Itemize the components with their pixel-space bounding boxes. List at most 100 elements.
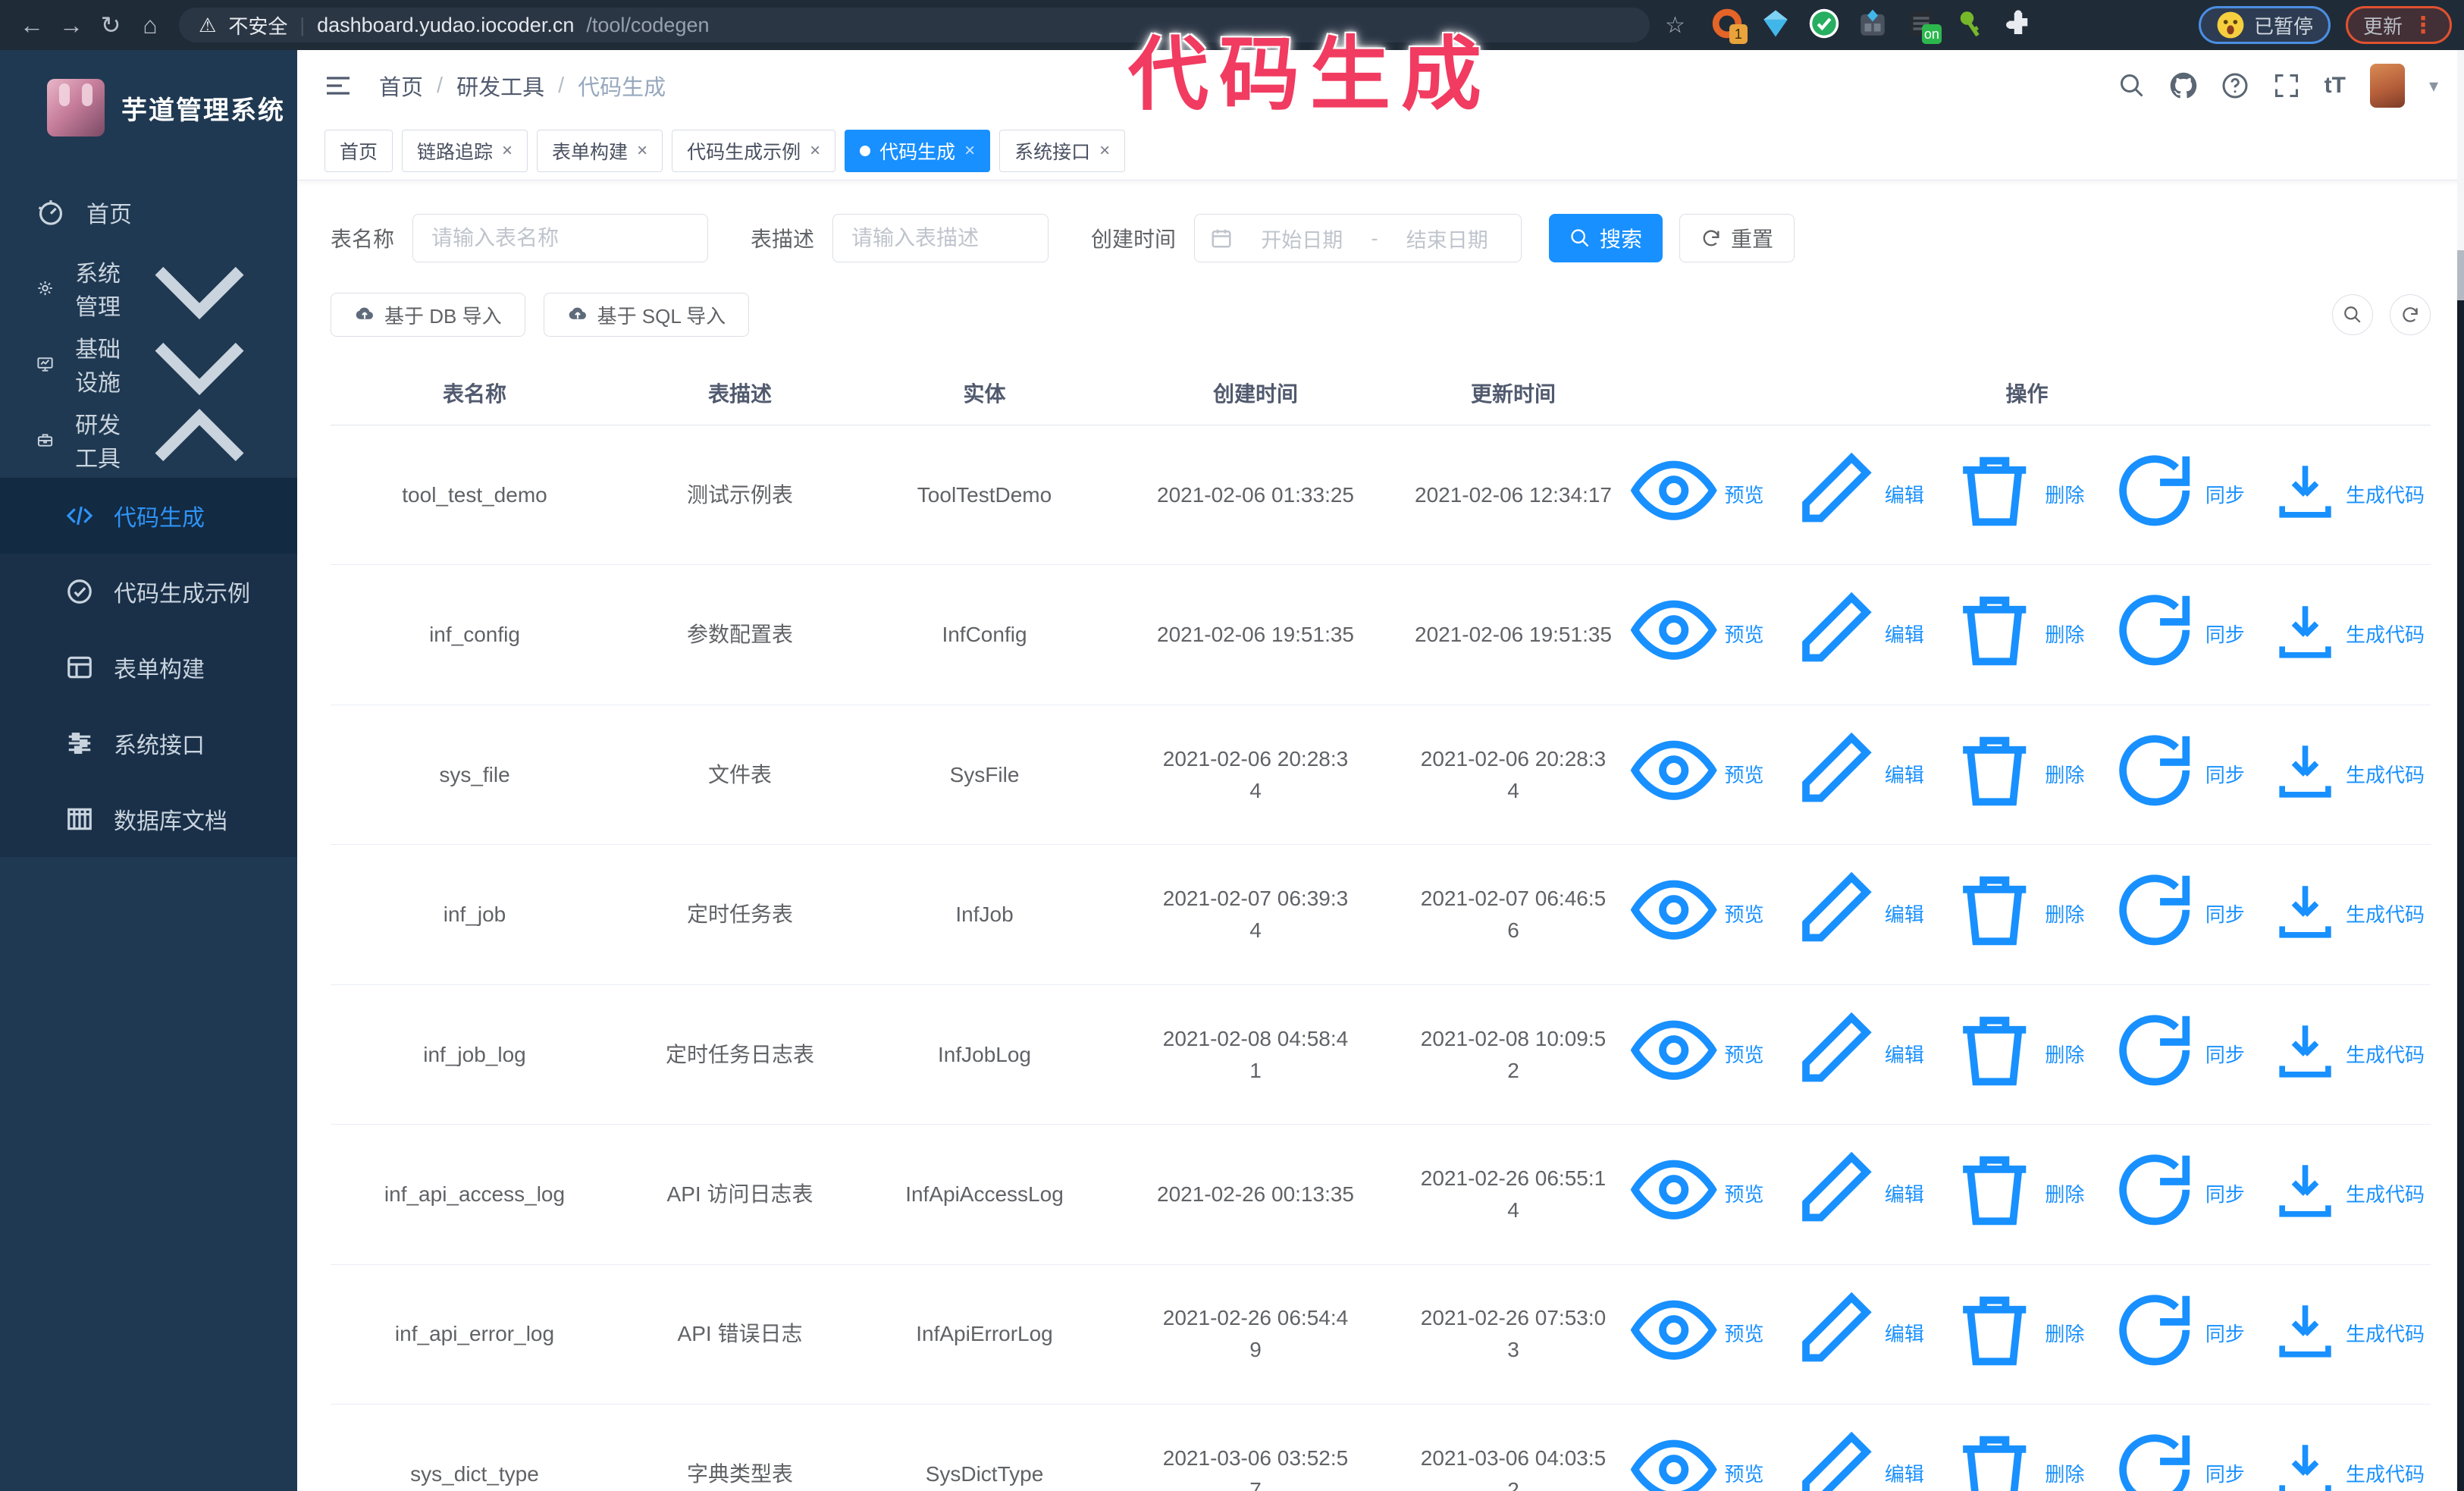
delete-link[interactable]: 删除 <box>1950 1145 2084 1243</box>
table-desc-input[interactable] <box>832 214 1049 262</box>
panel-extension-icon[interactable] <box>1857 9 1889 41</box>
delete-link[interactable]: 删除 <box>1950 1006 2084 1103</box>
tag-view-tab[interactable]: 系统接口 × <box>999 129 1126 172</box>
delete-link[interactable]: 删除 <box>1950 726 2084 824</box>
logo-row[interactable]: 芋道管理系统 <box>0 50 297 162</box>
dark-extension-icon[interactable]: on <box>1905 9 1942 44</box>
delete-link[interactable]: 删除 <box>1950 585 2084 683</box>
sync-link[interactable]: 同步 <box>2110 1145 2245 1243</box>
reset-button[interactable]: 重置 <box>1679 214 1795 262</box>
reload-icon[interactable]: ↻ <box>91 11 130 39</box>
search-icon[interactable] <box>2118 72 2146 99</box>
tag-view-tab[interactable]: 链路追踪 × <box>402 129 528 172</box>
preview-link[interactable]: 预览 <box>1629 1145 1763 1243</box>
blue-gem-extension-icon[interactable] <box>1760 9 1792 41</box>
preview-link[interactable]: 预览 <box>1629 1285 1763 1383</box>
generate-code-link[interactable]: 生成代码 <box>2271 876 2425 954</box>
sidebar-item-form[interactable]: 表单构建 <box>0 629 297 705</box>
fullscreen-icon[interactable] <box>2273 72 2300 99</box>
trash-icon <box>1950 1006 2039 1103</box>
scrollbar[interactable] <box>2457 50 2464 1491</box>
cell-entity: SysFile <box>861 705 1108 846</box>
edit-link[interactable]: 编辑 <box>1789 585 1924 683</box>
sync-link[interactable]: 同步 <box>2110 585 2245 683</box>
preview-link[interactable]: 预览 <box>1629 1425 1763 1491</box>
sidebar-item-database[interactable]: 数据库文档 <box>0 781 297 857</box>
sync-link[interactable]: 同步 <box>2110 726 2245 824</box>
delete-link[interactable]: 删除 <box>1950 1425 2084 1491</box>
avatar-caret-icon[interactable]: ▾ <box>2429 75 2438 97</box>
edit-link[interactable]: 编辑 <box>1789 1145 1924 1243</box>
breadcrumb-home[interactable]: 首页 <box>379 70 423 102</box>
user-avatar[interactable] <box>2369 64 2405 108</box>
generate-code-link[interactable]: 生成代码 <box>2271 596 2425 674</box>
github-icon[interactable] <box>2170 72 2197 99</box>
orange-ring-extension-icon[interactable]: 1 <box>1711 8 1748 44</box>
preview-link[interactable]: 预览 <box>1629 726 1763 824</box>
generate-code-link[interactable]: 生成代码 <box>2271 1435 2425 1491</box>
generate-code-link[interactable]: 生成代码 <box>2271 456 2425 534</box>
cell-created: 2021-02-26 06:54:4 9 <box>1108 1264 1403 1405</box>
import-db-button[interactable]: 基于 DB 导入 <box>331 293 525 337</box>
hamburger-icon[interactable] <box>323 71 353 101</box>
table-name-input[interactable] <box>412 214 709 262</box>
sync-link[interactable]: 同步 <box>2110 1425 2245 1491</box>
sidebar-item-example[interactable]: 代码生成示例 <box>0 554 297 629</box>
sync-link[interactable]: 同步 <box>2110 1285 2245 1383</box>
date-range-picker[interactable]: 开始日期 - 结束日期 <box>1194 214 1522 262</box>
sidebar-item-api[interactable]: 系统接口 <box>0 705 297 781</box>
close-icon[interactable]: × <box>810 140 820 162</box>
toggle-search-icon[interactable] <box>2332 294 2373 335</box>
delete-link[interactable]: 删除 <box>1950 865 2084 963</box>
import-sql-button[interactable]: 基于 SQL 导入 <box>543 293 750 337</box>
table-header-row: 表名称 表描述 实体 创建时间 更新时间 操作 <box>331 363 2431 425</box>
tag-view-tab[interactable]: 代码生成 × <box>845 129 991 172</box>
cell-table-desc: API 访问日志表 <box>619 1124 861 1265</box>
kebab-menu-icon[interactable]: ⋮ <box>2412 12 2434 39</box>
help-icon[interactable] <box>2221 72 2249 99</box>
generate-code-link[interactable]: 生成代码 <box>2271 736 2425 814</box>
forward-icon[interactable]: → <box>52 11 91 39</box>
edit-link[interactable]: 编辑 <box>1789 865 1924 963</box>
scrollbar-thumb[interactable] <box>2457 250 2464 300</box>
back-icon[interactable]: ← <box>12 11 52 39</box>
edit-link[interactable]: 编辑 <box>1789 446 1924 544</box>
bookmark-star-icon[interactable]: ☆ <box>1665 12 1685 39</box>
sync-link[interactable]: 同步 <box>2110 446 2245 544</box>
sidebar-item-devtools[interactable]: 研发工具 <box>0 402 297 478</box>
tag-view-tab[interactable]: 代码生成示例 × <box>672 129 836 172</box>
close-icon[interactable]: × <box>502 140 513 162</box>
preview-link[interactable]: 预览 <box>1629 446 1763 544</box>
edit-link[interactable]: 编辑 <box>1789 726 1924 824</box>
tag-view-tab[interactable]: 首页 <box>324 129 393 172</box>
home-icon[interactable]: ⌂ <box>130 11 170 39</box>
close-icon[interactable]: × <box>637 140 647 162</box>
close-icon[interactable]: × <box>1099 140 1110 162</box>
refresh-table-icon[interactable] <box>2390 294 2431 335</box>
generate-code-link[interactable]: 生成代码 <box>2271 1155 2425 1233</box>
edit-link[interactable]: 编辑 <box>1789 1006 1924 1103</box>
green-check-extension-icon[interactable] <box>1808 8 1840 41</box>
puzzle-extensions-icon[interactable] <box>2002 9 2034 41</box>
sync-link[interactable]: 同步 <box>2110 1006 2245 1103</box>
browser-update-chip[interactable]: 更新 ⋮ <box>2345 6 2452 44</box>
delete-link[interactable]: 删除 <box>1950 446 2084 544</box>
close-icon[interactable]: × <box>964 140 975 162</box>
font-size-icon[interactable]: tT <box>2324 73 2346 99</box>
start-date-placeholder: 开始日期 <box>1261 228 1343 252</box>
generate-code-link[interactable]: 生成代码 <box>2271 1015 2425 1094</box>
sync-link[interactable]: 同步 <box>2110 865 2245 963</box>
search-button[interactable]: 搜索 <box>1549 214 1663 262</box>
breadcrumb-devtools[interactable]: 研发工具 <box>456 70 544 102</box>
generate-code-link[interactable]: 生成代码 <box>2271 1295 2425 1373</box>
delete-link[interactable]: 删除 <box>1950 1285 2084 1383</box>
profile-paused-chip[interactable]: 已暂停 <box>2198 6 2331 44</box>
preview-link[interactable]: 预览 <box>1629 585 1763 683</box>
edit-link[interactable]: 编辑 <box>1789 1425 1924 1491</box>
edit-link[interactable]: 编辑 <box>1789 1285 1924 1383</box>
preview-link[interactable]: 预览 <box>1629 865 1763 963</box>
tag-view-tab[interactable]: 表单构建 × <box>537 129 663 172</box>
green-key-extension-icon[interactable] <box>1954 9 1986 41</box>
cell-entity: InfApiAccessLog <box>861 1124 1108 1265</box>
preview-link[interactable]: 预览 <box>1629 1006 1763 1103</box>
